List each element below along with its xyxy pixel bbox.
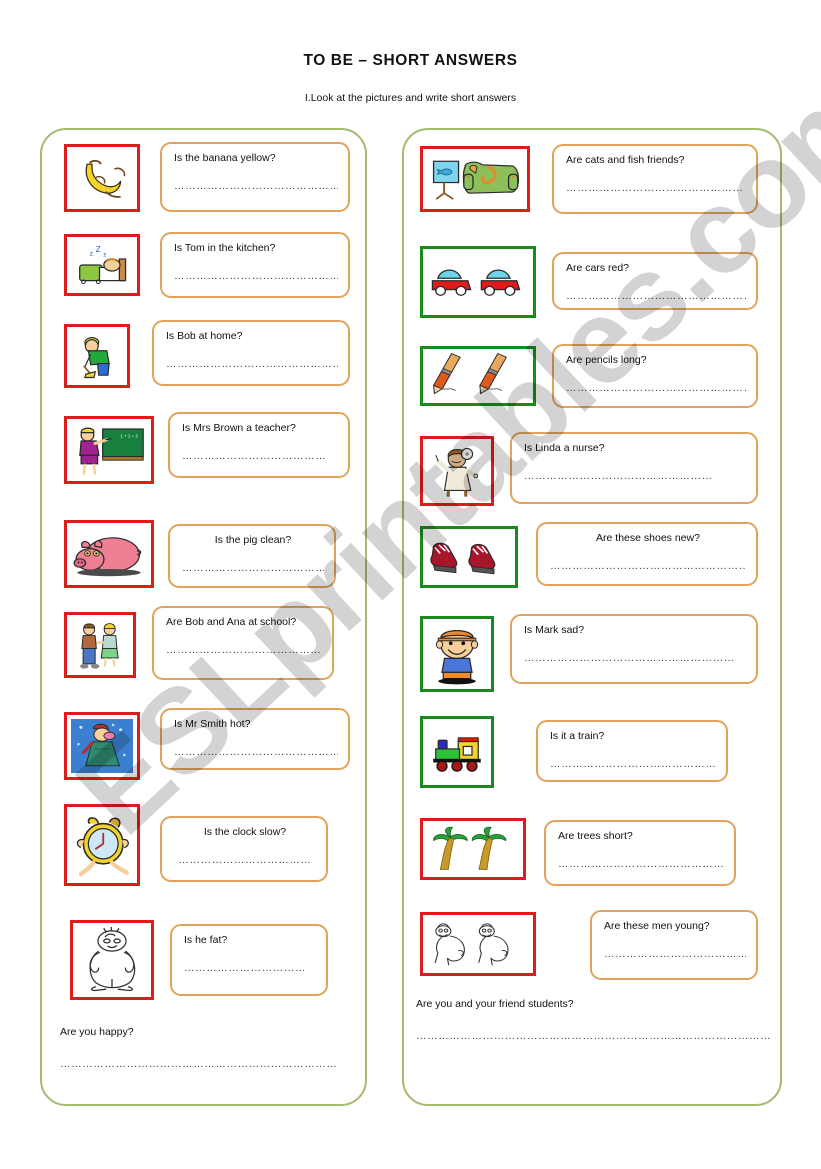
answer-line[interactable]: ……………………………………………… (550, 560, 746, 572)
footer-answer-line[interactable]: ………………………………………………………………… (60, 1058, 360, 1070)
question-text: Is Bob at home? (166, 330, 243, 342)
running-clock-icon (64, 804, 140, 886)
two-old-men-icon (420, 912, 536, 976)
pig-icon (64, 520, 154, 588)
svg-text:z: z (103, 252, 106, 259)
question-text: Is the pig clean? (214, 534, 292, 546)
red-shoes-icon (420, 526, 518, 588)
question-text: Is Mark sad? (524, 624, 585, 636)
question-text: Are trees short? (558, 830, 633, 842)
answer-box[interactable]: Are trees short? ……………………………………… (544, 820, 736, 886)
two-red-cars-icon (420, 246, 536, 318)
answer-box[interactable]: Is Tom in the kitchen? ……………………………………… (160, 232, 350, 298)
answer-box[interactable]: Is Bob at home? ………………………………………… (152, 320, 350, 386)
answer-line[interactable]: ……………………………………………… (550, 758, 716, 770)
question-text: Is he fat? (184, 934, 228, 946)
question-text: Are cats and fish friends? (566, 154, 685, 166)
question-text: Is it a train? (550, 730, 605, 742)
answer-line[interactable]: ………………………………… (182, 562, 324, 574)
nurse-icon (420, 436, 494, 506)
palm-trees-icon (420, 818, 526, 880)
banana-icon (64, 144, 140, 212)
footer-question-block: Are you and your friend students? ………………… (416, 998, 776, 1042)
left-column: Is the banana yellow? ……………………………………… z … (40, 128, 367, 1106)
question-text: Are Bob and Ana at school? (166, 616, 297, 628)
answer-line[interactable]: ……………………………………………… (566, 382, 746, 394)
footer-question-text: Are you happy? (60, 1026, 134, 1038)
answer-line[interactable]: ………………………………… (182, 450, 338, 462)
answer-line[interactable]: ………………………………………… (566, 182, 746, 194)
answer-line[interactable]: ………………………………………… (166, 358, 338, 370)
answer-box[interactable]: Is the clock slow? ……………………………… (160, 816, 328, 882)
answer-box[interactable]: Is Mark sad? ………………………………………………… (510, 614, 758, 684)
answer-line[interactable]: ……………………………………… (174, 746, 338, 758)
question-text: Is the banana yellow? (174, 152, 276, 164)
answer-line[interactable]: ……………………………………… (174, 180, 338, 192)
sleeping-man-icon: z Z z (64, 234, 140, 296)
two-students-icon (64, 612, 136, 678)
answer-box[interactable]: Are these shoes new? ……………………………………………… (536, 522, 758, 586)
footer-question-block: Are you happy? ………………………………………………………………… (60, 1026, 360, 1070)
answer-box[interactable]: Is Mr Smith hot? ……………………………………… (160, 708, 350, 770)
answer-box[interactable]: Is Linda a nurse? …………………………………………… (510, 432, 758, 504)
answer-box[interactable]: Are cats and fish friends? …………………………………… (552, 144, 758, 214)
answer-box[interactable]: Are cars red? ………………………………………………… (552, 252, 758, 310)
page-title: TO BE – SHORT ANSWERS (303, 52, 518, 69)
worksheet-header: TO BE – SHORT ANSWERS I.Look at the pict… (0, 0, 821, 104)
cold-person-icon (64, 712, 140, 780)
answer-line[interactable]: ……………………………………… (604, 948, 746, 960)
answer-line[interactable]: ………………………………………………… (524, 652, 746, 664)
question-text: Are cars red? (566, 262, 630, 274)
footer-question-text: Are you and your friend students? (416, 998, 574, 1010)
answer-line[interactable]: ……………………………………… (166, 644, 322, 656)
question-text: Is Mrs Brown a teacher? (182, 422, 296, 434)
answer-box[interactable]: Are these men young? ……………………………………… (590, 910, 758, 980)
answer-line[interactable]: ……………………………………… (558, 858, 724, 870)
question-text: Are these men young? (604, 920, 710, 932)
question-text: Is Linda a nurse? (524, 442, 605, 454)
svg-text:Z: Z (96, 245, 101, 254)
answer-line[interactable]: ……………………………………… (174, 270, 338, 282)
toy-train-icon (420, 716, 494, 788)
teacher-icon: 1 + 1 = 2 (64, 416, 154, 484)
cat-and-fish-icon (420, 146, 530, 212)
question-text: Are these shoes new? (596, 532, 700, 544)
instruction-text: I.Look at the pictures and write short a… (304, 92, 517, 104)
answer-box[interactable]: Are pencils long? ……………………………………………… (552, 344, 758, 408)
two-pencils-icon (420, 346, 536, 406)
answer-line[interactable]: …………………………… (184, 962, 316, 974)
answer-box[interactable]: Is it a train? ……………………………………………… (536, 720, 728, 782)
answer-box[interactable]: Is the pig clean? ………………………………… (168, 524, 336, 588)
answer-box[interactable]: Is Mrs Brown a teacher? ………………………………… (168, 412, 350, 478)
svg-text:1 + 1 = 2: 1 + 1 = 2 (120, 434, 138, 439)
answer-box[interactable]: Is he fat? …………………………… (170, 924, 328, 996)
question-text: Is Tom in the kitchen? (174, 242, 276, 254)
answer-line[interactable]: …………………………………………… (524, 470, 746, 482)
cleaning-boy-icon (64, 324, 130, 388)
footer-answer-line[interactable]: …………………………………………………………………………………… (416, 1030, 776, 1042)
answer-box[interactable]: Are Bob and Ana at school? …………………………………… (152, 606, 334, 680)
right-column: Are cats and fish friends? …………………………………… (402, 128, 782, 1106)
question-text: Is the clock slow? (203, 826, 287, 838)
question-text: Are pencils long? (566, 354, 647, 366)
question-text: Is Mr Smith hot? (174, 718, 251, 730)
answer-line[interactable]: ……………………………… (174, 854, 316, 866)
happy-boy-icon (420, 616, 494, 692)
answer-line[interactable]: ………………………………………………… (566, 290, 746, 302)
answer-box[interactable]: Is the banana yellow? ……………………………………… (160, 142, 350, 212)
fat-man-icon (70, 920, 154, 1000)
